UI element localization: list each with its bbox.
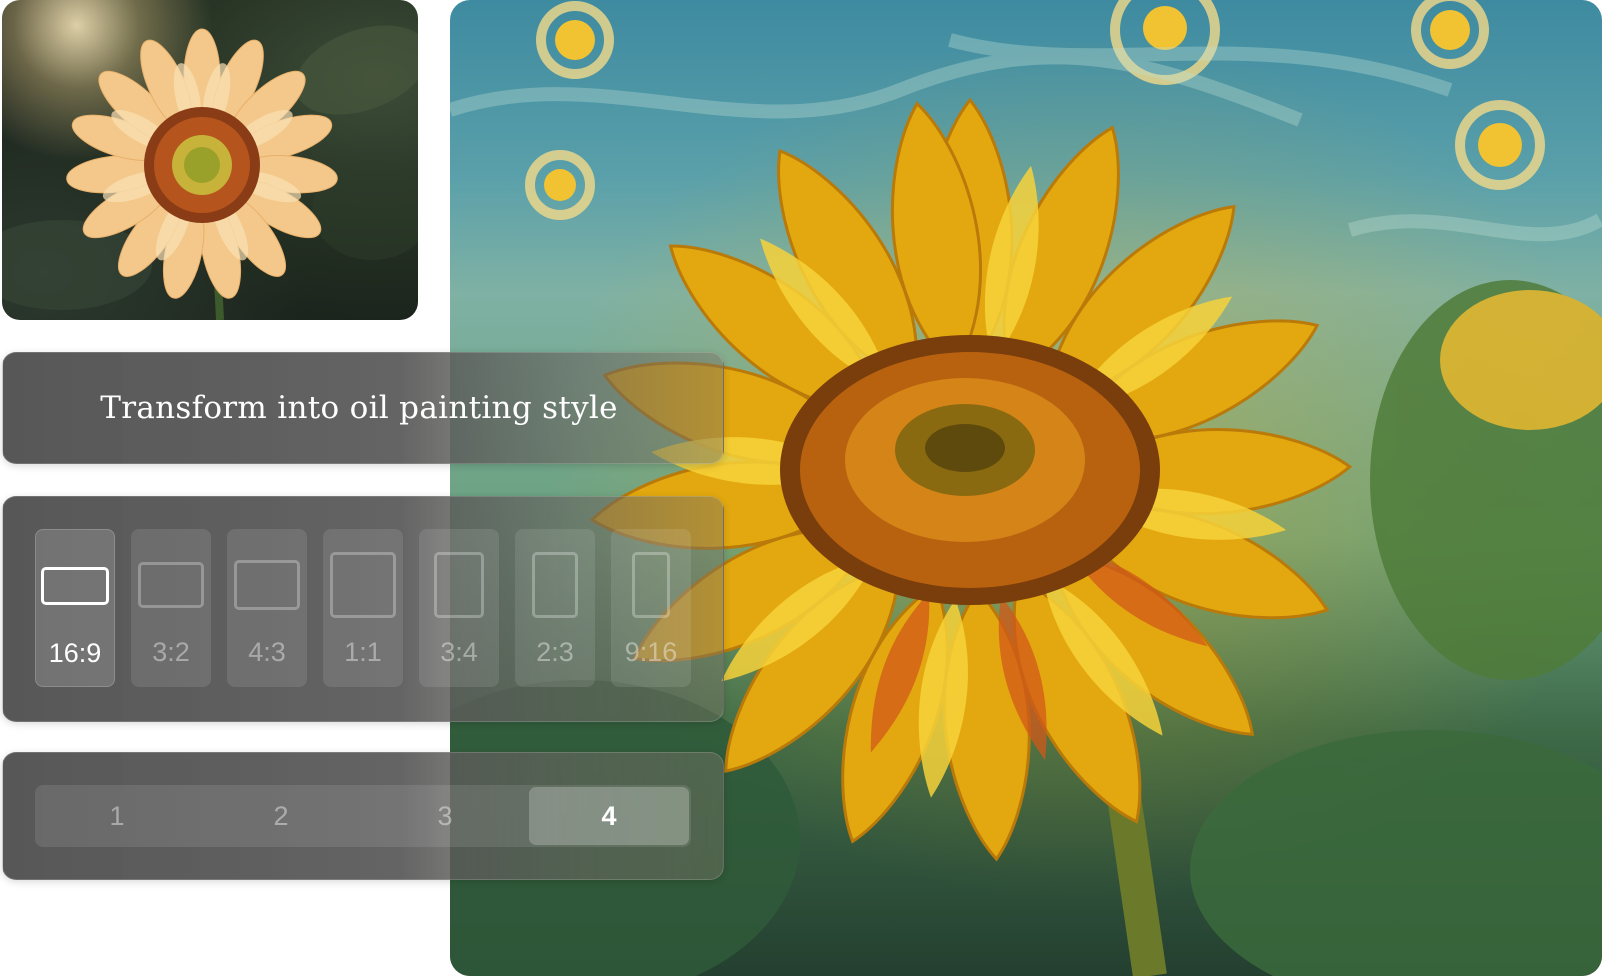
prompt-panel[interactable]: Transform into oil painting style [2,352,724,464]
aspect-ratio-label: 2:3 [536,637,574,667]
aspect-ratio-option-1-1[interactable]: 1:1 [323,529,403,687]
aspect-ratio-option-9-16[interactable]: 9:16 [611,529,691,687]
ratio-9-16-icon [632,552,670,618]
prompt-text: Transform into oil painting style [100,390,618,426]
source-photo [2,0,418,320]
ratio-2-3-icon [532,552,578,618]
image-count-option-4[interactable]: 4 [529,787,689,845]
image-count-selector: 1 2 3 4 [35,785,691,847]
ratio-16-9-icon [41,567,109,605]
aspect-ratio-option-2-3[interactable]: 2:3 [515,529,595,687]
aspect-ratio-option-16-9[interactable]: 16:9 [35,529,115,687]
ratio-3-2-icon [138,562,204,608]
ratio-1-1-icon [330,552,396,618]
image-count-panel: 1 2 3 4 [2,752,724,880]
image-count-option-1[interactable]: 1 [37,787,197,845]
aspect-ratio-option-4-3[interactable]: 4:3 [227,529,307,687]
aspect-ratio-label: 4:3 [248,637,286,667]
aspect-ratio-label: 16:9 [48,638,102,668]
aspect-ratio-label: 3:4 [440,637,478,667]
aspect-ratio-panel: 16:9 3:2 4:3 1:1 3:4 2:3 9:16 [2,496,724,722]
image-count-option-3[interactable]: 3 [365,787,525,845]
aspect-ratio-label: 3:2 [152,637,190,667]
aspect-ratio-label: 9:16 [624,637,678,667]
sunflower-photo-icon [2,25,418,320]
aspect-ratio-option-3-4[interactable]: 3:4 [419,529,499,687]
aspect-ratio-option-3-2[interactable]: 3:2 [131,529,211,687]
ratio-4-3-icon [234,560,300,610]
aspect-ratio-label: 1:1 [344,637,382,667]
image-count-option-2[interactable]: 2 [201,787,361,845]
aspect-ratio-options: 16:9 3:2 4:3 1:1 3:4 2:3 9:16 [35,529,691,687]
ratio-3-4-icon [434,552,484,618]
